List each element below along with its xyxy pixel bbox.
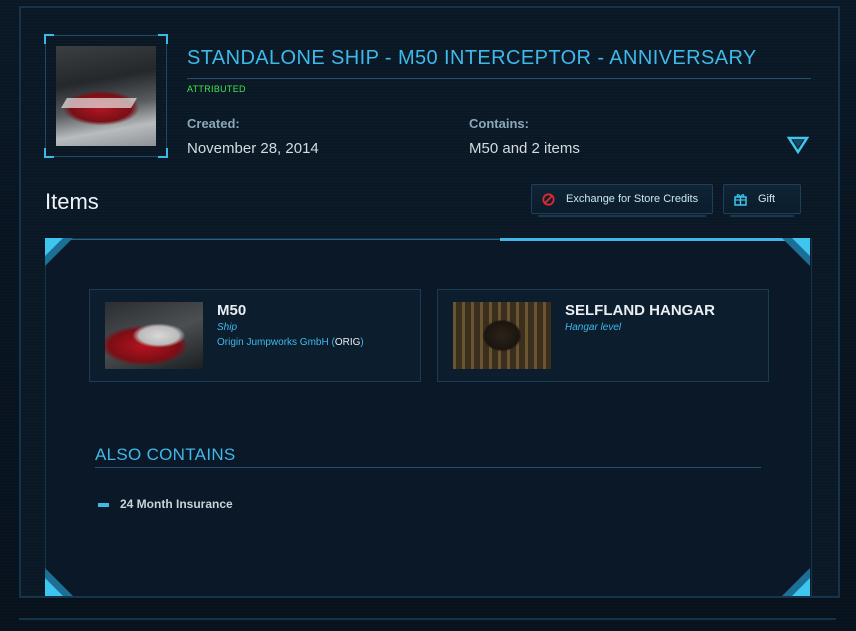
panel-corner-top-left bbox=[45, 238, 73, 266]
ship-image bbox=[56, 46, 156, 146]
panel-divider bbox=[70, 239, 500, 240]
gift-button-label: Gift bbox=[758, 193, 776, 205]
frame-corner bbox=[44, 148, 54, 158]
items-heading: Items bbox=[45, 189, 99, 214]
also-contains-item: 24 Month Insurance bbox=[120, 497, 233, 511]
contains-label: Contains: bbox=[469, 116, 529, 131]
pledge-thumbnail bbox=[44, 34, 168, 158]
also-contains-heading: ALSO CONTAINS bbox=[95, 445, 236, 464]
title-divider bbox=[187, 78, 811, 79]
divider bbox=[19, 618, 836, 620]
manufacturer-name: Origin Jumpworks GmbH bbox=[217, 337, 329, 348]
frame-corner bbox=[158, 148, 168, 158]
panel-corner-top-right bbox=[782, 238, 810, 266]
expand-toggle-icon[interactable] bbox=[786, 135, 810, 155]
item-title: SELFLAND HANGAR bbox=[565, 302, 715, 319]
status-badge: ATTRIBUTED bbox=[187, 84, 246, 94]
gift-button[interactable]: Gift bbox=[723, 184, 801, 217]
item-card-hangar[interactable]: SELFLAND HANGAR Hangar level bbox=[437, 289, 769, 382]
bullet-icon bbox=[98, 503, 109, 507]
item-manufacturer: Origin Jumpworks GmbH (ORIG) bbox=[217, 337, 364, 348]
also-contains-divider bbox=[95, 467, 761, 468]
created-label: Created: bbox=[187, 116, 240, 131]
ship-thumbnail bbox=[105, 302, 203, 369]
frame-corner bbox=[158, 34, 168, 44]
panel-corner-bottom-right bbox=[782, 568, 810, 596]
created-value: November 28, 2014 bbox=[187, 140, 319, 157]
panel-accent-line bbox=[500, 238, 785, 241]
gift-icon bbox=[734, 193, 747, 206]
item-type: Ship bbox=[217, 322, 238, 333]
panel-corner-bottom-left bbox=[45, 568, 73, 596]
manufacturer-code: ORIG bbox=[334, 337, 361, 348]
pledge-title: STANDALONE SHIP - M50 INTERCEPTOR - ANNI… bbox=[187, 47, 757, 69]
item-title: M50 bbox=[217, 302, 247, 319]
contains-value: M50 and 2 items bbox=[469, 140, 580, 157]
frame-corner bbox=[44, 34, 54, 44]
exchange-button-label: Exchange for Store Credits bbox=[566, 193, 699, 205]
hangar-thumbnail bbox=[453, 302, 551, 369]
exchange-store-credits-button[interactable]: Exchange for Store Credits bbox=[531, 184, 713, 217]
item-type: Hangar level bbox=[565, 322, 622, 333]
item-card-m50[interactable]: M50 Ship Origin Jumpworks GmbH (ORIG) bbox=[89, 289, 421, 382]
prohibited-icon bbox=[542, 192, 555, 206]
